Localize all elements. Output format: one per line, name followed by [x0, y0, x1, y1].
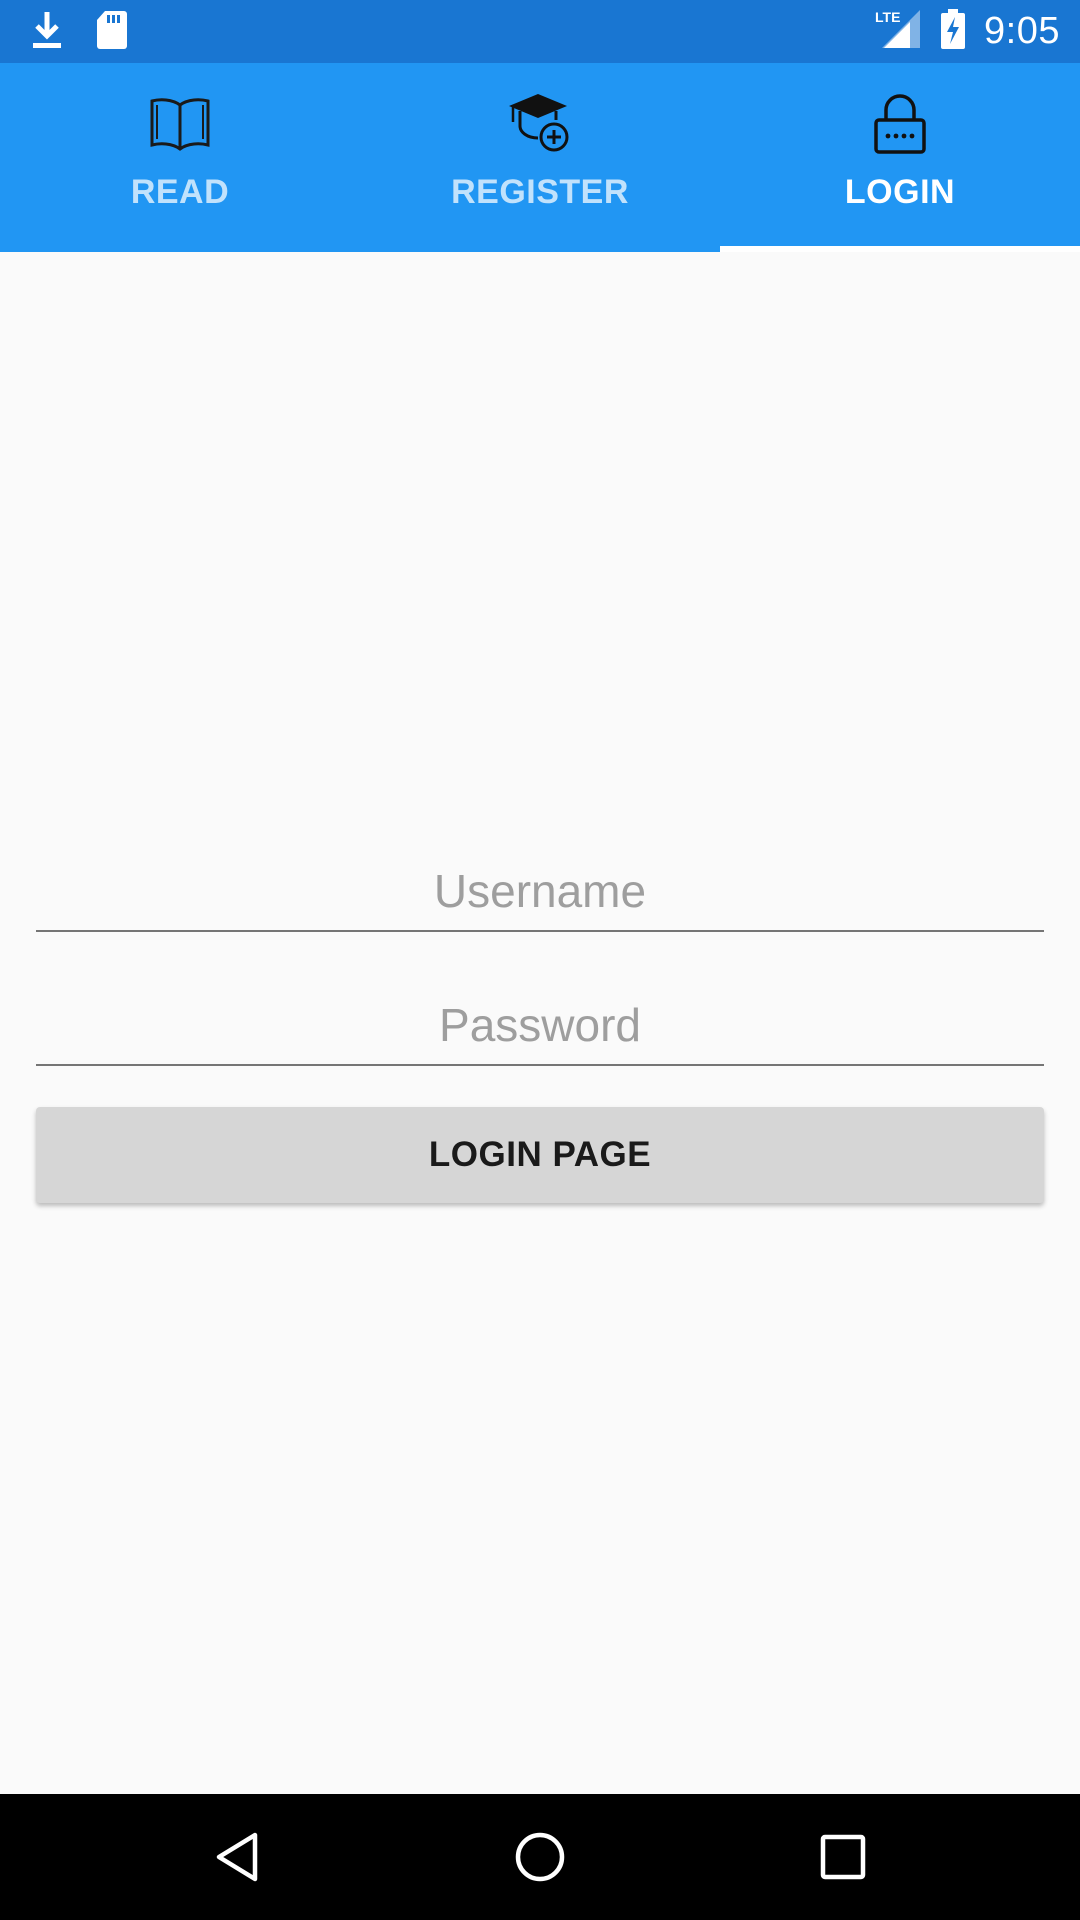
navigation-bar — [0, 1794, 1080, 1920]
graduation-cap-add-icon — [505, 89, 575, 159]
tab-register-label: REGISTER — [451, 173, 629, 211]
sd-card-icon — [96, 10, 128, 55]
password-field[interactable] — [36, 986, 1044, 1066]
tab-read[interactable]: READ — [0, 63, 360, 252]
home-icon[interactable] — [510, 1827, 570, 1887]
status-right-icons: LTE 9:05 — [874, 0, 1060, 63]
padlock-icon — [865, 89, 935, 159]
lte-signal-icon: LTE — [874, 8, 922, 55]
tab-bar: READ REGISTER LOGIN — [0, 63, 1080, 252]
login-content: LOGIN PAGE — [0, 252, 1080, 1794]
status-bar: LTE 9:05 — [0, 0, 1080, 63]
recents-icon[interactable] — [813, 1827, 873, 1887]
login-page-button[interactable]: LOGIN PAGE — [36, 1107, 1044, 1203]
download-icon — [30, 10, 64, 55]
status-time: 9:05 — [984, 10, 1060, 52]
tab-login-label: LOGIN — [844, 173, 956, 211]
status-left-icons — [30, 10, 128, 55]
back-icon[interactable] — [207, 1827, 267, 1887]
svg-text:LTE: LTE — [875, 9, 900, 25]
tab-login[interactable]: LOGIN — [720, 63, 1080, 252]
battery-charging-icon — [940, 9, 966, 54]
username-field[interactable] — [36, 852, 1044, 932]
book-icon — [145, 89, 215, 159]
tab-register[interactable]: REGISTER — [360, 63, 720, 252]
tab-read-label: READ — [130, 173, 230, 211]
